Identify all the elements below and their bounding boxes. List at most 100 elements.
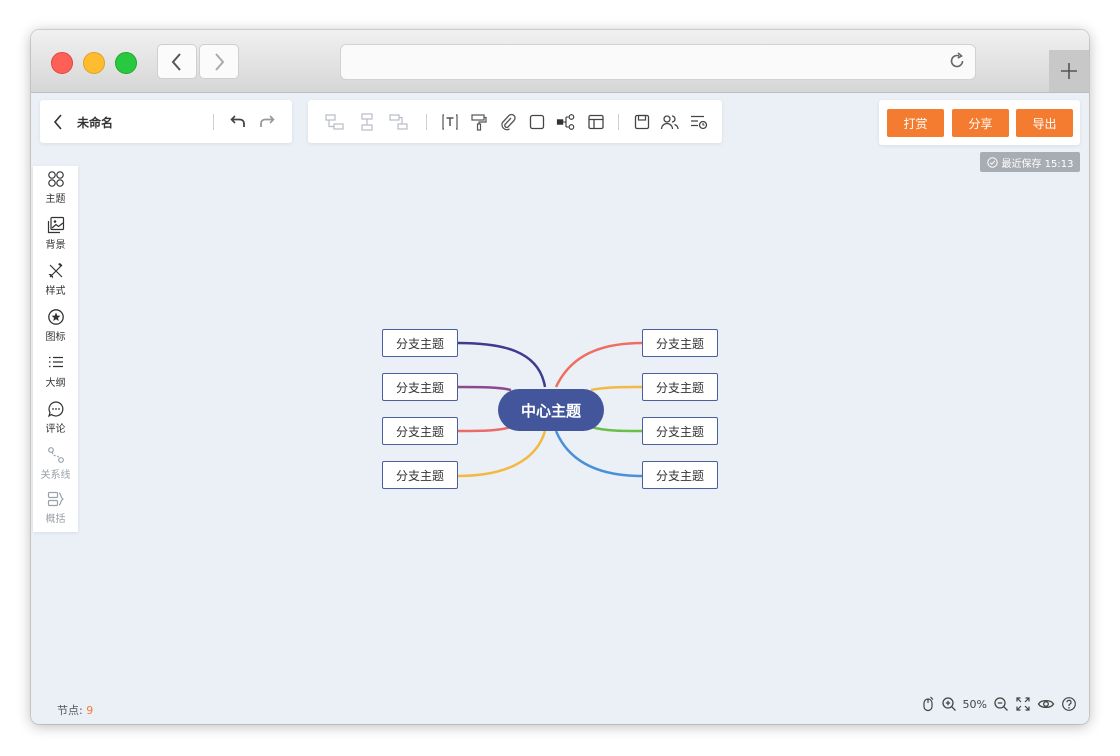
relation-icon (47, 447, 64, 463)
list-settings-button[interactable] (689, 112, 709, 132)
format-painter-icon (471, 114, 487, 131)
divider (213, 114, 214, 130)
export-button[interactable]: 导出 (1016, 109, 1073, 137)
left-connector-2 (457, 385, 512, 392)
save-button[interactable] (632, 112, 652, 132)
branch-topic-node[interactable]: 分支主题 (382, 373, 458, 401)
right-connector-1 (554, 341, 643, 388)
outline-icon (48, 356, 63, 368)
sidebar-item-label: 概括 (45, 514, 66, 525)
branch-topic-node[interactable]: 分支主题 (382, 329, 458, 357)
new-tab-button[interactable] (1049, 50, 1089, 92)
layout-button[interactable] (586, 112, 606, 132)
structure-button[interactable] (556, 112, 576, 132)
check-circle-icon (986, 156, 998, 168)
sidebar-item-label: 关系线 (40, 470, 71, 481)
sidebar-item-outline[interactable]: 大纲 (33, 354, 78, 400)
node-count-label: 节点: (57, 704, 83, 717)
style-icon (48, 263, 62, 279)
editing-toolbar (308, 100, 722, 143)
text-button[interactable] (440, 112, 460, 132)
left-sidebar: 主题 背景 样式 图标 大纲 评论 关系线 概括 (33, 166, 78, 532)
sidebar-item-style[interactable]: 样式 (33, 262, 78, 308)
zoom-controls: 50% (921, 694, 1077, 714)
browser-forward-button[interactable] (199, 44, 239, 79)
branch-topic-node[interactable]: 分支主题 (382, 461, 458, 489)
sidebar-item-label: 主题 (45, 194, 66, 205)
node-count-value: 9 (86, 704, 94, 717)
save-status-text: 最近保存 15:13 (1001, 158, 1074, 170)
branch-topic-node[interactable]: 分支主题 (642, 417, 718, 445)
save-status-badge: 最近保存 15:13 (980, 152, 1080, 172)
browser-titlebar (31, 30, 1089, 93)
sidebar-item-relation[interactable]: 关系线 (33, 446, 78, 492)
border-button[interactable] (527, 112, 547, 132)
undo-icon[interactable] (230, 113, 246, 129)
attachment-button[interactable] (498, 112, 518, 132)
address-bar[interactable] (340, 44, 976, 80)
help-icon[interactable] (1061, 696, 1077, 712)
minimize-window-button[interactable] (83, 52, 105, 74)
zoom-level: 50% (962, 697, 987, 711)
divider (618, 114, 619, 130)
browser-window: 未命名 打赏 分享 导出 最近保存 15:13 主题 背景 样式 图标 大纲 评… (31, 30, 1089, 724)
sidebar-item-label: 样式 (45, 286, 66, 297)
node-count: 节点: 9 (57, 702, 93, 718)
branch-topic-node[interactable]: 分支主题 (642, 373, 718, 401)
chevron-right-icon (215, 52, 225, 71)
zoom-in-icon[interactable] (941, 696, 957, 712)
document-title[interactable]: 未命名 (77, 114, 113, 131)
comment-icon (47, 401, 63, 418)
insert-parent-topic-button[interactable] (389, 112, 409, 132)
sidebar-item-marker[interactable]: 图标 (33, 308, 78, 354)
reward-button[interactable]: 打赏 (887, 109, 944, 137)
summary-icon (47, 491, 64, 507)
sidebar-item-background[interactable]: 背景 (33, 216, 78, 262)
background-icon (47, 216, 64, 234)
branch-topic-node[interactable]: 分支主题 (642, 329, 718, 357)
back-icon[interactable] (52, 113, 64, 131)
plus-icon (1061, 63, 1077, 79)
browser-back-button[interactable] (157, 44, 197, 79)
right-connector-2 (590, 385, 643, 392)
fit-screen-icon[interactable] (1015, 696, 1031, 712)
sidebar-item-theme[interactable]: 主题 (33, 170, 78, 216)
mouse-icon[interactable] (921, 696, 935, 712)
attachment-icon (501, 113, 516, 131)
zoom-out-icon[interactable] (993, 696, 1009, 712)
list-settings-icon (691, 115, 708, 130)
redo-icon[interactable] (259, 113, 275, 129)
layout-icon (588, 114, 604, 130)
left-connector-4 (457, 430, 547, 478)
save-icon (634, 114, 650, 130)
sidebar-item-comment[interactable]: 评论 (33, 400, 78, 446)
branch-topic-node[interactable]: 分支主题 (642, 461, 718, 489)
insert-sibling-topic-button[interactable] (357, 112, 377, 132)
text-icon (442, 114, 458, 130)
left-connector-3 (457, 425, 512, 433)
theme-icon (47, 171, 64, 187)
divider (426, 114, 427, 130)
sibling-topic-icon (361, 113, 373, 131)
parent-topic-icon (389, 114, 408, 130)
sidebar-item-label: 评论 (45, 424, 66, 435)
insert-child-topic-button[interactable] (325, 112, 345, 132)
branch-topic-node[interactable]: 分支主题 (382, 417, 458, 445)
collaborate-button[interactable] (660, 112, 680, 132)
action-panel: 打赏 分享 导出 (879, 100, 1080, 145)
sidebar-item-summary[interactable]: 概括 (33, 490, 78, 536)
marker-icon (47, 309, 64, 325)
close-window-button[interactable] (51, 52, 73, 74)
reload-icon[interactable] (947, 51, 967, 71)
child-topic-icon (325, 114, 344, 130)
central-topic-node[interactable]: 中心主题 (498, 389, 604, 431)
chevron-left-icon (171, 52, 181, 71)
share-button[interactable]: 分享 (952, 109, 1009, 137)
structure-icon (556, 114, 575, 130)
collaborate-icon (660, 115, 679, 130)
sidebar-item-label: 图标 (45, 332, 66, 343)
maximize-window-button[interactable] (115, 52, 137, 74)
preview-eye-icon[interactable] (1037, 696, 1055, 712)
sidebar-item-label: 大纲 (45, 378, 66, 389)
format-painter-button[interactable] (469, 112, 489, 132)
